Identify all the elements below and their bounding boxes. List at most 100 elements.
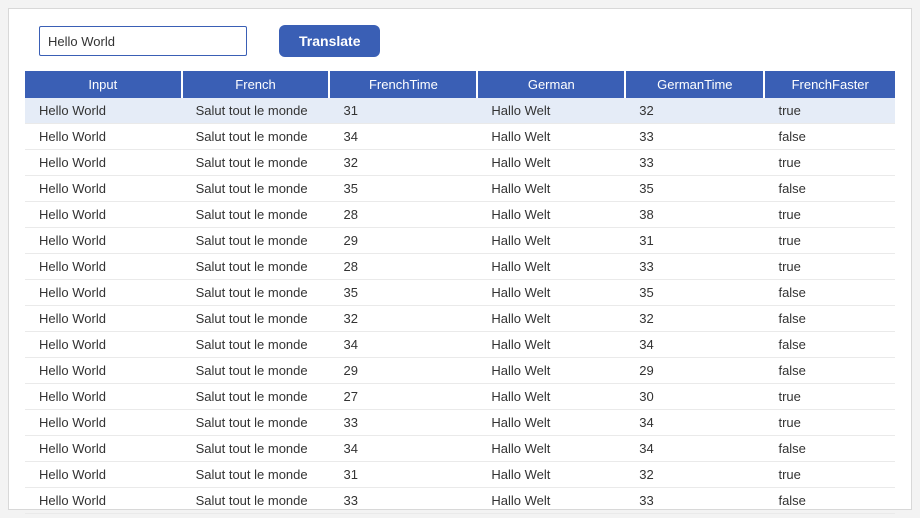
table-row[interactable]: Hello WorldSalut tout le monde28Hallo We… [25, 254, 895, 280]
cell-frenchtime: 34 [329, 332, 477, 358]
cell-german: Hallo Welt [477, 150, 625, 176]
cell-german: Hallo Welt [477, 488, 625, 514]
cell-frenchtime: 32 [329, 150, 477, 176]
cell-german: Hallo Welt [477, 124, 625, 150]
cell-french: Salut tout le monde [182, 306, 330, 332]
cell-frenchfaster: true [764, 254, 895, 280]
cell-frenchfaster: false [764, 280, 895, 306]
cell-german: Hallo Welt [477, 254, 625, 280]
cell-german: Hallo Welt [477, 202, 625, 228]
table-row[interactable]: Hello WorldSalut tout le monde 35Hallo We… [25, 280, 895, 306]
cell-french: Salut tout le monde [182, 228, 330, 254]
cell-french: Salut tout le monde [182, 98, 330, 124]
header-german[interactable]: German [477, 71, 625, 98]
cell-input: Hello World [25, 384, 182, 410]
table-row[interactable]: Hello WorldSalut tout le monde32Hallo We… [25, 306, 895, 332]
cell-germantime: 34 [625, 332, 764, 358]
cell-input: Hello World [25, 228, 182, 254]
cell-germantime: 29 [625, 358, 764, 384]
table-body: Hello WorldSalut tout le monde31Hallo We… [25, 98, 895, 514]
cell-frenchtime: 35 [329, 176, 477, 202]
cell-french: Salut tout le monde [182, 124, 330, 150]
cell-german: Hallo Welt [477, 410, 625, 436]
table-row[interactable]: Hello WorldSalut tout le monde31Hallo We… [25, 98, 895, 124]
cell-french: Salut tout le monde [182, 150, 330, 176]
cell-french: Salut tout le monde [182, 202, 330, 228]
cell-german: Hallo Welt [477, 384, 625, 410]
cell-frenchfaster: false [764, 488, 895, 514]
cell-german: Hallo Welt [477, 228, 625, 254]
cell-frenchtime: 31 [329, 98, 477, 124]
cell-frenchtime: 34 [329, 124, 477, 150]
cell-frenchtime: 31 [329, 462, 477, 488]
cell-german: Hallo Welt [477, 176, 625, 202]
cell-frenchfaster: false [764, 436, 895, 462]
table-row[interactable]: Hello WorldSalut tout le monde28Hallo We… [25, 202, 895, 228]
cell-french: Salut tout le monde [182, 332, 330, 358]
table-row[interactable]: Hello WorldSalut tout le monde27Hallo We… [25, 384, 895, 410]
cell-germantime: 31 [625, 228, 764, 254]
cell-french: Salut tout le monde [182, 436, 330, 462]
cell-german: Hallo Welt [477, 358, 625, 384]
cell-germantime: 32 [625, 98, 764, 124]
cell-french: Salut tout le monde [182, 254, 330, 280]
table-row[interactable]: Hello WorldSalut tout le monde34Hallo We… [25, 436, 895, 462]
cell-input: Hello World [25, 306, 182, 332]
cell-germantime: 33 [625, 488, 764, 514]
cell-frenchtime: 34 [329, 436, 477, 462]
input-text-field[interactable] [39, 26, 247, 56]
cell-germantime: 34 [625, 436, 764, 462]
cell-frenchfaster: true [764, 202, 895, 228]
cell-frenchfaster: true [764, 150, 895, 176]
cell-input: Hello World [25, 124, 182, 150]
cell-germantime: 38 [625, 202, 764, 228]
cell-input: Hello World [25, 332, 182, 358]
cell-frenchfaster: true [764, 98, 895, 124]
translate-button[interactable]: Translate [279, 25, 380, 57]
cell-german: Hallo Welt [477, 436, 625, 462]
header-input[interactable]: Input [25, 71, 182, 98]
table-row[interactable]: Hello WorldSalut tout le monde31Hallo We… [25, 462, 895, 488]
table-row[interactable]: Hello WorldSalut tout le monde33Hallo We… [25, 488, 895, 514]
cell-frenchtime: 33 [329, 488, 477, 514]
cell-frenchfaster: false [764, 306, 895, 332]
table-row[interactable]: Hello WorldSalut tout le monde29Hallo We… [25, 228, 895, 254]
cell-input: Hello World [25, 488, 182, 514]
cell-frenchtime: 27 [329, 384, 477, 410]
cell-french: Salut tout le monde [182, 280, 330, 306]
cell-germantime: 33 [625, 254, 764, 280]
cell-germantime: 30 [625, 384, 764, 410]
cell-germantime: 34 [625, 410, 764, 436]
table-header-row: Input French FrenchTime German GermanTim… [25, 71, 895, 98]
table-row[interactable]: Hello WorldSalut tout le monde 29Hallo We… [25, 358, 895, 384]
cell-french: Salut tout le monde [182, 410, 330, 436]
cell-german: Hallo Welt [477, 280, 625, 306]
header-germantime[interactable]: GermanTime [625, 71, 764, 98]
cell-german: Hallo Welt [477, 462, 625, 488]
cell-french: Salut tout le monde [182, 176, 330, 202]
cell-input: Hello World [25, 436, 182, 462]
cell-input: Hello World [25, 410, 182, 436]
cell-german: Hallo Welt [477, 306, 625, 332]
cell-input: Hello World [25, 280, 182, 306]
cell-input: Hello World [25, 98, 182, 124]
table-row[interactable]: Hello WorldSalut tout le monde33Hallo We… [25, 410, 895, 436]
cell-french: Salut tout le monde [182, 384, 330, 410]
cell-frenchfaster: true [764, 228, 895, 254]
header-french[interactable]: French [182, 71, 330, 98]
cell-input: Hello World [25, 358, 182, 384]
cell-germantime: 33 [625, 150, 764, 176]
table-row[interactable]: Hello WorldSalut tout le monde34Hallo We… [25, 124, 895, 150]
cell-germantime: 33 [625, 124, 764, 150]
cell-frenchfaster: false [764, 358, 895, 384]
header-frenchtime[interactable]: FrenchTime [329, 71, 477, 98]
cell-frenchfaster: true [764, 462, 895, 488]
table-row[interactable]: Hello WorldSalut tout le monde34Hallo We… [25, 332, 895, 358]
cell-french: Salut tout le monde [182, 358, 330, 384]
header-frenchfaster[interactable]: FrenchFaster [764, 71, 895, 98]
cell-input: Hello World [25, 150, 182, 176]
cell-germantime: 35 [625, 176, 764, 202]
table-row[interactable]: Hello WorldSalut tout le monde32Hallo We… [25, 150, 895, 176]
cell-germantime: 35 [625, 280, 764, 306]
table-row[interactable]: Hello WorldSalut tout le monde35Hallo We… [25, 176, 895, 202]
